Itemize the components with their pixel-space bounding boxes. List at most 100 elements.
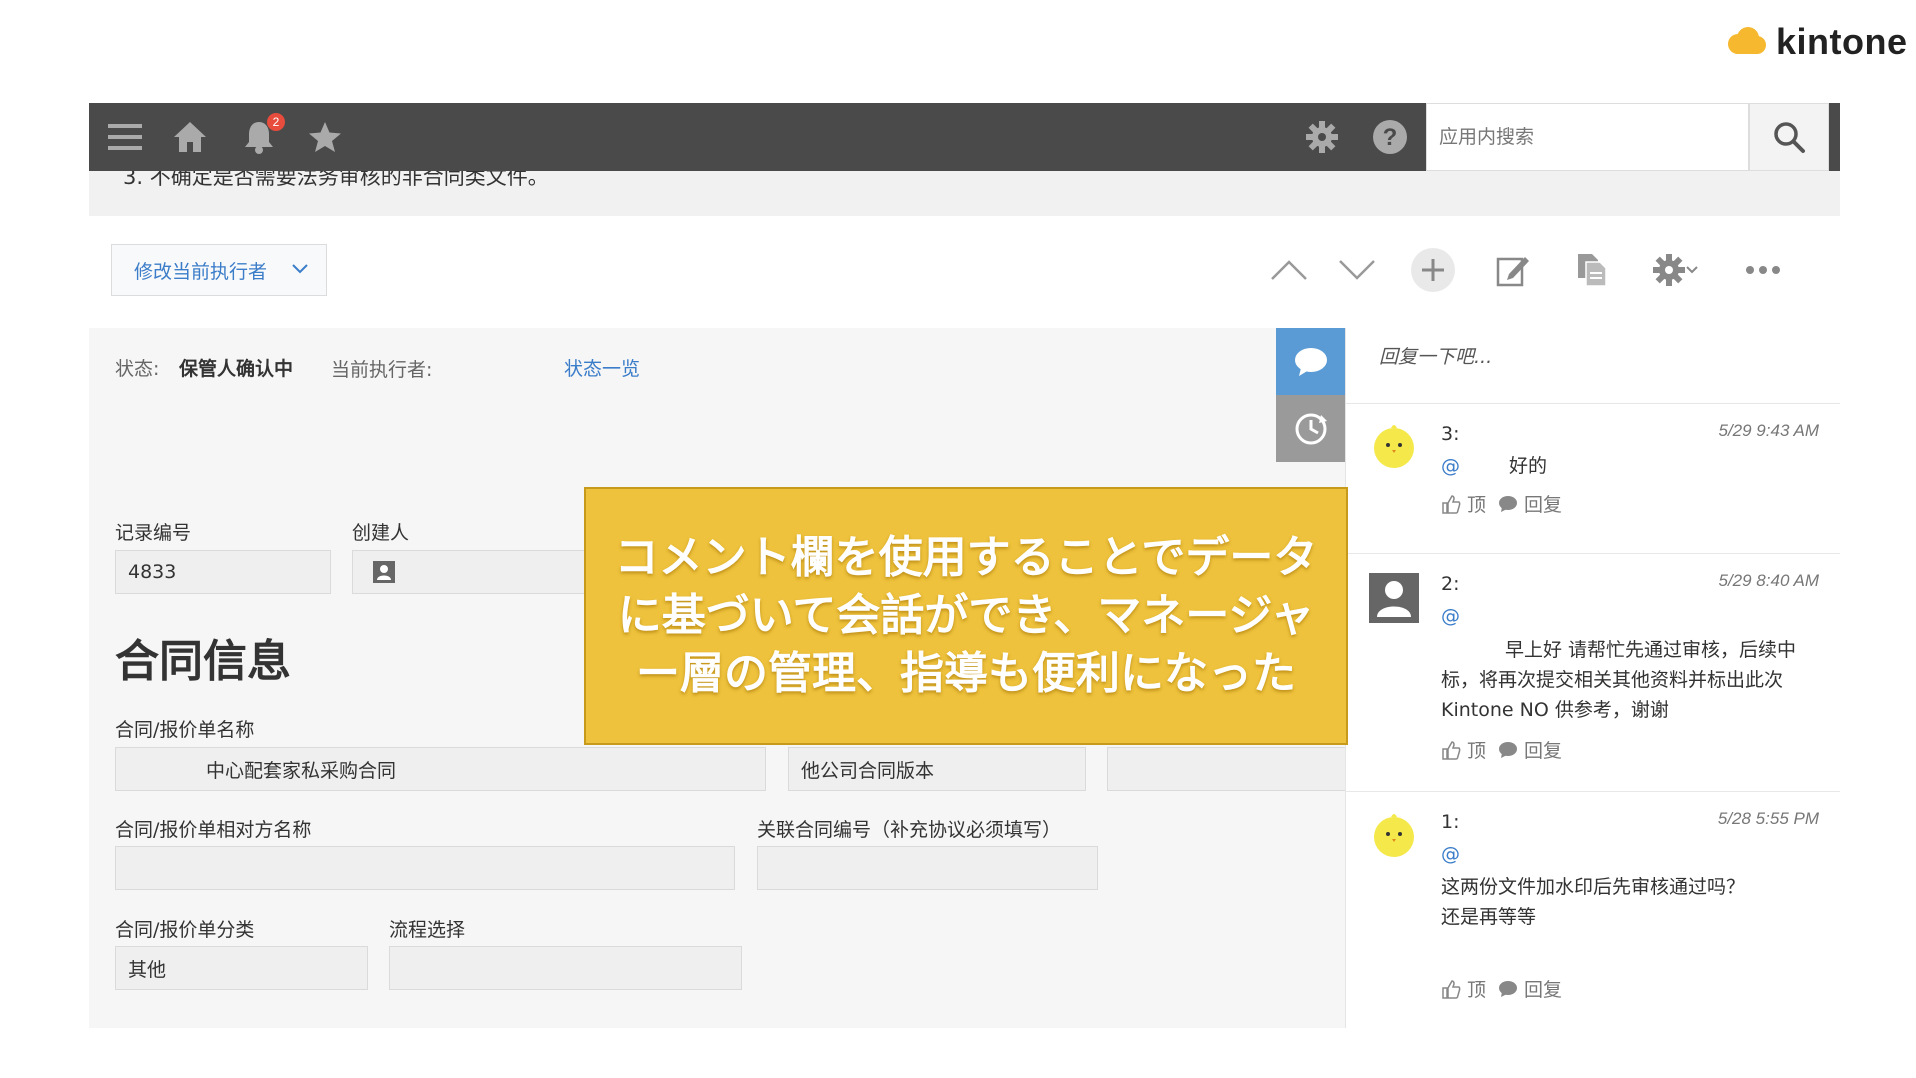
record-settings-button[interactable] (1643, 246, 1707, 294)
favorite-star-icon[interactable] (305, 117, 345, 157)
comment-bubble-icon (1294, 347, 1327, 376)
user-avatar-icon (1369, 573, 1419, 623)
plus-icon (1411, 248, 1455, 292)
thumbs-up-icon[interactable] (1441, 494, 1461, 514)
history-clock-icon (1295, 413, 1327, 444)
callout-overlay: コメント欄を使用することでデータに基づいて会話ができ、マネージャー層の管理、指導… (584, 487, 1348, 745)
copy-record-button[interactable] (1567, 246, 1615, 294)
comment-time: 5/28 5:55 PM (1717, 809, 1819, 828)
app-search-box (1426, 103, 1751, 171)
reply-bubble-icon[interactable] (1498, 495, 1518, 513)
extra-field[interactable] (1107, 747, 1345, 791)
flow-field[interactable] (389, 946, 742, 990)
chevron-down-icon (292, 264, 308, 274)
chick-avatar-icon (1374, 814, 1414, 857)
previous-record-button[interactable] (1265, 246, 1313, 294)
home-icon[interactable] (170, 117, 210, 157)
reply-bubble-icon[interactable] (1498, 980, 1518, 998)
reply-placeholder: 回复一下吧... (1379, 346, 1493, 368)
edit-record-button[interactable] (1489, 246, 1537, 294)
menu-icon[interactable] (105, 117, 145, 157)
related-no-label: 关联合同编号（补充协议必须填写） (757, 819, 1062, 841)
reply-input[interactable]: 回复一下吧... (1346, 328, 1840, 404)
gear-icon (1653, 254, 1685, 286)
status-value: 保管人确认中 (179, 358, 294, 380)
settings-gear-icon[interactable] (1302, 117, 1342, 157)
chick-avatar-icon (1374, 425, 1414, 468)
reply-bubble-icon[interactable] (1498, 741, 1518, 759)
category-label: 合同/报价单分类 (115, 919, 255, 941)
caret-down-icon (1686, 266, 1698, 274)
comment-body: 好的 (1509, 455, 1548, 477)
comment-time: 5/29 8:40 AM (1718, 571, 1820, 590)
cloud-logo-icon (1728, 27, 1766, 54)
comment-number: 3: (1441, 423, 1460, 445)
reply-label[interactable]: 回复 (1524, 736, 1562, 763)
like-label[interactable]: 顶 (1467, 736, 1486, 763)
mention-link[interactable]: @ (1441, 605, 1460, 627)
contract-name-field[interactable]: 中心配套家私采购合同 (115, 747, 766, 791)
next-record-button[interactable] (1333, 246, 1381, 294)
comment-actions: 顶 回复 (1441, 975, 1562, 1002)
logo-text: kintone (1776, 21, 1908, 62)
reply-label[interactable]: 回复 (1524, 975, 1562, 1002)
creator-label: 创建人 (352, 522, 410, 544)
more-dots-icon (1746, 266, 1780, 274)
notification-badge: 2 (267, 113, 285, 131)
status-list-link[interactable]: 状态一览 (564, 354, 640, 381)
comment-time: 5/29 9:43 AM (1718, 421, 1820, 440)
notification-bell-icon[interactable]: 2 (239, 113, 285, 157)
copy-document-icon (1578, 254, 1607, 287)
record-no-field: 4833 (115, 550, 331, 594)
related-no-field[interactable] (757, 846, 1098, 890)
comment-item: 1: 5/28 5:55 PM @ 这两份文件加水印后先审核通过吗？还是再等等 … (1346, 791, 1840, 1028)
category-field[interactable]: 其他 (115, 946, 368, 990)
chevron-down-icon (1339, 260, 1375, 280)
global-header: 2 ? (89, 103, 1840, 171)
record-description-strip: 3. 不确定是否需要法务审核的非合同类文件。 (89, 171, 1840, 217)
comment-panel: 回复一下吧... 3: 5/29 9:43 AM @ 好的 顶 回复 2: 5/… (1345, 328, 1840, 1028)
change-assignee-button[interactable]: 修改当前执行者 (111, 244, 327, 296)
search-button[interactable] (1749, 103, 1829, 171)
more-options-button[interactable] (1739, 246, 1787, 294)
reply-label[interactable]: 回复 (1524, 490, 1562, 517)
comment-item: 2: 5/29 8:40 AM @ 早上好 请帮忙先通过审核，后续中标，将再次提… (1346, 553, 1840, 792)
record-no-label: 记录编号 (115, 522, 192, 544)
section-title: 合同信息 (115, 636, 291, 687)
search-icon (1774, 122, 1805, 153)
status-label: 状态: (115, 358, 160, 380)
mention-link[interactable]: @ (1441, 843, 1460, 865)
description-text: 3. 不确定是否需要法务审核的非合同类文件。 (123, 171, 549, 189)
change-assignee-label: 修改当前执行者 (134, 260, 268, 283)
assignee-label: 当前执行者: (331, 359, 433, 381)
record-action-bar: 修改当前执行者 (89, 216, 1840, 329)
counterparty-field[interactable] (115, 846, 735, 890)
other-company-field[interactable]: 他公司合同版本 (788, 747, 1086, 791)
callout-text: コメント欄を使用することでデータに基づいて会話ができ、マネージャー層の管理、指導… (614, 532, 1318, 699)
comment-body: 这两份文件加水印后先审核通过吗？还是再等等 (1441, 876, 1746, 928)
app-search-input[interactable] (1427, 104, 1751, 170)
counterparty-label: 合同/报价单相对方名称 (115, 819, 312, 841)
tab-comments[interactable] (1276, 328, 1345, 395)
svg-text:?: ? (1383, 124, 1398, 151)
header-edge (1829, 103, 1840, 171)
thumbs-up-icon[interactable] (1441, 740, 1461, 760)
comment-number: 1: (1441, 811, 1460, 833)
comment-actions: 顶 回复 (1441, 490, 1562, 517)
comment-item: 3: 5/29 9:43 AM @ 好的 顶 回复 (1346, 403, 1840, 554)
comment-actions: 顶 回复 (1441, 736, 1562, 763)
kintone-logo: kintone (1726, 20, 1908, 64)
like-label[interactable]: 顶 (1467, 490, 1486, 517)
edit-icon (1496, 257, 1529, 287)
add-record-button[interactable] (1409, 246, 1457, 294)
comment-number: 2: (1441, 573, 1460, 595)
side-tab-column (1276, 328, 1345, 462)
like-label[interactable]: 顶 (1467, 975, 1486, 1002)
comment-body: 早上好 请帮忙先通过审核，后续中标，将再次提交相关其他资料并标出此次Kinton… (1441, 639, 1797, 721)
tab-history[interactable] (1276, 395, 1345, 462)
contract-name-label: 合同/报价单名称 (115, 719, 255, 741)
thumbs-up-icon[interactable] (1441, 979, 1461, 999)
flow-label: 流程选择 (389, 919, 466, 941)
help-icon[interactable]: ? (1370, 117, 1410, 157)
chevron-up-icon (1271, 260, 1307, 280)
